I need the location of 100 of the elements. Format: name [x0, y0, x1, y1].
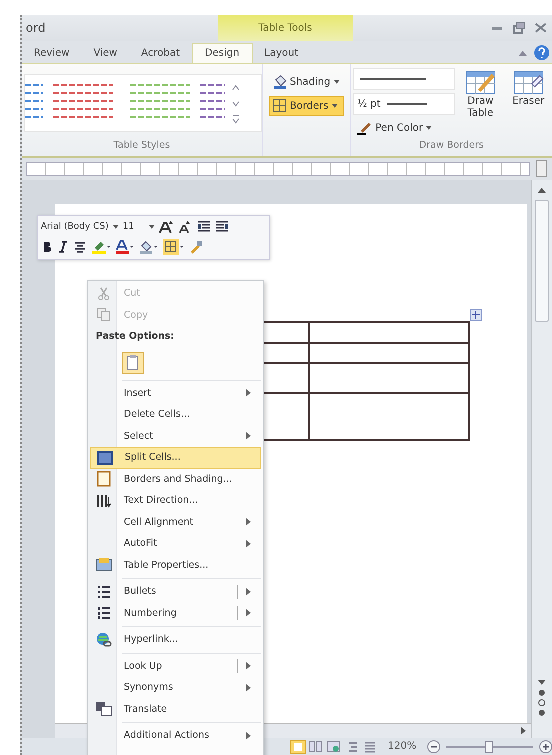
ribbon-tab[interactable]: Layout	[252, 43, 311, 63]
menu-item[interactable]: Insert	[90, 382, 261, 404]
submenu-arrow-icon	[246, 432, 251, 440]
submenu-arrow-icon	[246, 609, 251, 618]
submenu-arrow-icon	[246, 540, 251, 548]
group-label: Draw Borders	[418, 140, 485, 153]
draw-table-button[interactable]: Draw Table	[458, 68, 503, 138]
center-align-icon[interactable]	[73, 240, 87, 254]
highlighter-icon[interactable]	[91, 240, 111, 254]
paint-bucket-icon	[273, 75, 287, 89]
line-style-icon	[358, 76, 428, 82]
font-size-field[interactable]: 11	[122, 222, 145, 232]
menu-item[interactable]: Translate	[90, 698, 261, 720]
line-weight-icon	[384, 101, 429, 107]
table-move-handle-icon[interactable]	[470, 309, 482, 321]
zoom-out-icon[interactable]	[426, 740, 440, 754]
menu-item[interactable]: Bullets	[90, 581, 261, 602]
scroll-up-icon[interactable]	[537, 186, 547, 194]
line-style-dropdown[interactable]	[352, 68, 455, 90]
full-screen-icon[interactable]	[308, 740, 324, 754]
menu-item[interactable]: AutoFit	[90, 533, 261, 554]
translate-icon	[96, 702, 112, 716]
close-icon[interactable]	[534, 22, 548, 34]
table-styles-gallery[interactable]	[24, 74, 262, 132]
paste-keep-text-icon[interactable]	[122, 352, 144, 374]
dropdown-caret-icon[interactable]	[148, 225, 155, 229]
menu-item[interactable]: Hyperlink...	[90, 629, 261, 650]
font-name-field[interactable]: Arial (Body CS)	[41, 222, 109, 232]
zoom-level[interactable]: 120%	[384, 741, 421, 752]
menu-item[interactable]: Cell Alignment	[90, 512, 261, 533]
table-pencil-icon	[466, 70, 496, 96]
submenu-arrow-icon	[246, 588, 251, 596]
menu-item[interactable]: Borders and Shading...	[90, 468, 261, 490]
copy-icon	[97, 308, 111, 322]
numbered-list-icon	[97, 606, 111, 620]
border-grid-icon	[273, 99, 287, 113]
format-painter-icon[interactable]	[189, 240, 203, 254]
bold-icon[interactable]	[41, 240, 53, 254]
submenu-arrow-icon	[246, 662, 251, 670]
dropdown-caret-icon	[332, 104, 338, 108]
scroll-right-icon[interactable]	[519, 726, 527, 736]
ruler-toggle-icon[interactable]	[536, 160, 548, 178]
submenu-arrow-icon	[246, 732, 251, 740]
ribbon-tab[interactable]: Review	[22, 43, 82, 63]
submenu-arrow-icon	[246, 518, 251, 526]
paint-bucket-icon[interactable]	[139, 240, 159, 254]
browse-buttons-icon[interactable]	[537, 678, 547, 718]
restore-icon[interactable]	[512, 22, 526, 34]
vertical-scrollbar[interactable]	[531, 180, 552, 738]
zoom-slider-thumb[interactable]	[485, 740, 494, 752]
submenu-arrow-icon	[246, 684, 251, 692]
menu-item[interactable]: Synonyms	[90, 677, 261, 698]
menu-item[interactable]: Additional Actions	[90, 725, 261, 746]
dropdown-caret-icon[interactable]	[112, 225, 119, 229]
context-tab-label: Table Tools	[218, 15, 353, 41]
shading-button[interactable]: Shading	[269, 72, 344, 92]
horizontal-ruler[interactable]	[26, 162, 530, 176]
scissors-icon	[98, 286, 110, 301]
outdent-icon[interactable]	[214, 220, 229, 234]
text-direction-icon	[96, 492, 112, 509]
caret-icon[interactable]	[518, 49, 528, 57]
shrink-font-icon[interactable]	[178, 220, 193, 234]
menu-item[interactable]: Select	[90, 426, 261, 447]
page-border-icon	[97, 471, 111, 488]
italic-icon[interactable]	[57, 240, 69, 254]
print-layout-icon[interactable]	[290, 740, 306, 754]
menu-item[interactable]: Look Up	[90, 656, 261, 677]
grow-font-icon[interactable]	[158, 220, 175, 234]
group-label: Table Styles	[112, 140, 172, 153]
help-icon[interactable]	[534, 45, 550, 61]
bullet-list-icon	[97, 584, 111, 599]
window-title: ord	[25, 21, 47, 35]
menu-item[interactable]: Split Cells...	[90, 447, 261, 468]
ribbon-tab[interactable]: Acrobat	[129, 43, 192, 63]
scrollbar-thumb[interactable]	[535, 200, 549, 322]
pen-color-button[interactable]: Pen Color	[352, 118, 455, 138]
menu-item[interactable]: Numbering	[90, 602, 261, 624]
table-eraser-icon	[514, 70, 544, 96]
menu-section-header: Paste Options:	[95, 330, 176, 344]
menu-item[interactable]: Table Properties...	[90, 554, 261, 576]
draft-icon[interactable]	[362, 740, 378, 754]
font-color-icon[interactable]	[115, 240, 135, 254]
dropdown-caret-icon	[426, 126, 432, 130]
border-grid-icon[interactable]	[163, 239, 185, 255]
pen-icon	[356, 121, 373, 135]
line-weight-dropdown[interactable]: ½ pt	[352, 93, 455, 115]
dropdown-caret-icon	[334, 80, 340, 84]
table-properties-icon	[96, 558, 112, 572]
menu-item[interactable]: Delete Cells...	[90, 404, 261, 426]
submenu-arrow-icon	[246, 389, 251, 398]
web-layout-icon[interactable]	[326, 740, 342, 754]
ribbon-tab[interactable]: Design	[192, 43, 253, 63]
eraser-button[interactable]: Eraser	[506, 68, 551, 138]
menu-item[interactable]: Text Direction...	[90, 490, 261, 512]
zoom-in-icon[interactable]	[538, 740, 552, 754]
borders-button[interactable]: Borders	[269, 96, 344, 116]
ribbon-tab[interactable]: View	[82, 43, 130, 63]
indent-icon[interactable]	[196, 220, 211, 234]
table-cell-icon	[97, 450, 113, 465]
globe-link-icon	[96, 632, 112, 648]
